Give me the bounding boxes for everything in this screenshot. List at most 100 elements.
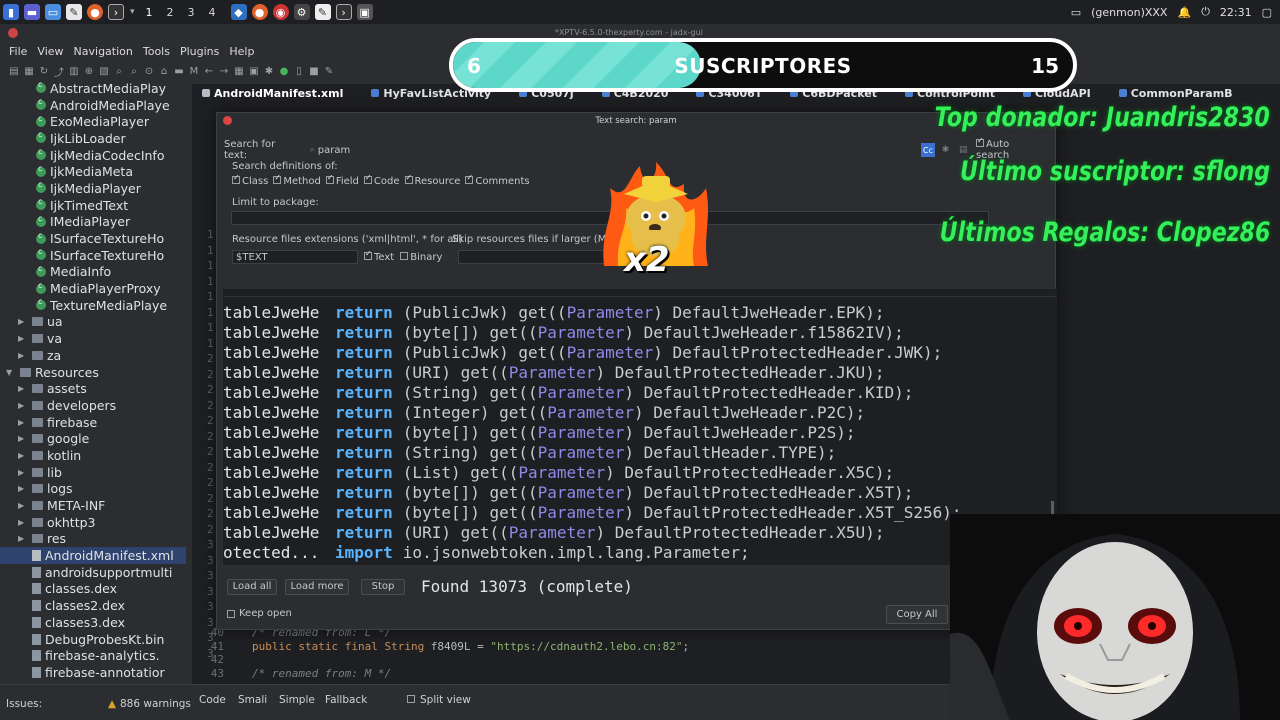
tree-file[interactable]: DebugProbesKt.bin (0, 631, 186, 648)
load-more-button[interactable]: Load more (285, 578, 349, 595)
vscode-icon[interactable]: ◆ (230, 4, 247, 20)
tree-file[interactable]: classes.dex (0, 581, 186, 598)
result-row[interactable]: tableJweHe return (byte[]) get((Parameter)… (223, 503, 1057, 523)
binary-checkbox[interactable]: Binary (400, 251, 442, 263)
export-icon[interactable]: ⤴ (53, 65, 65, 79)
tree-folder[interactable]: ▶ res (0, 531, 186, 548)
checkbox-field[interactable]: Field (325, 173, 359, 187)
regex-icon[interactable]: ✱ (939, 143, 953, 157)
split-view-checkbox[interactable]: Split view (407, 694, 471, 706)
tree-file[interactable]: firebase-annotatior (0, 664, 186, 681)
log-icon[interactable]: ▣ (248, 65, 260, 77)
tree-folder[interactable]: ▶ META-INF (0, 497, 186, 514)
notification-bell-icon[interactable]: 🔔 (1177, 6, 1191, 19)
text-editor-icon[interactable]: ✎ (66, 4, 82, 20)
result-row[interactable]: tableJweHe return (List) get((Parameter) D… (223, 463, 1057, 483)
view-simple-tab[interactable]: Simple (279, 694, 315, 706)
tree-file[interactable]: classes2.dex (0, 597, 186, 614)
skip-size-input[interactable] (458, 250, 609, 264)
tree-item[interactable]: IMediaPlayer (0, 214, 186, 231)
workspace-3[interactable]: 3 (181, 6, 202, 19)
search-icon[interactable]: ⌕ (113, 65, 125, 77)
tree-resources[interactable]: ▼ Resources (0, 364, 186, 381)
menu-tools[interactable]: Tools (138, 44, 175, 60)
tree-item[interactable]: IjkMediaMeta (0, 163, 186, 180)
stop-button[interactable]: Stop (361, 578, 405, 595)
result-row[interactable]: tableJweHe return (Integer) get((Parameter… (223, 403, 1057, 423)
firefox-icon[interactable]: ● (87, 4, 103, 20)
warnings-count[interactable]: 886 warnings (120, 698, 191, 710)
tree-item[interactable]: MediaInfo (0, 264, 186, 281)
tree-folder[interactable]: ▶ firebase (0, 414, 186, 431)
back-icon[interactable]: ← (203, 65, 215, 77)
notes-icon[interactable]: ✎ (314, 4, 331, 20)
tree-file[interactable]: firebase-analytics. (0, 647, 186, 664)
search-input[interactable]: ⌕ param (305, 143, 916, 157)
result-row[interactable]: tableJweHe return (String) get((Parameter)… (223, 443, 1057, 463)
case-sensitive-button[interactable]: Cc (921, 143, 935, 157)
menu-help[interactable]: Help (224, 44, 259, 60)
tab-android-manifest[interactable]: AndroidManifest.xml (202, 87, 343, 100)
checkbox-code[interactable]: Code (363, 173, 400, 187)
view-code-tab[interactable]: Code (199, 694, 226, 706)
tree-item[interactable]: MediaPlayerProxy (0, 280, 186, 297)
tree-package[interactable]: ▶ va (0, 330, 186, 347)
tree-file[interactable]: androidsupportmulti (0, 564, 186, 581)
workspace-2[interactable]: 2 (160, 6, 181, 19)
tree-file-selected[interactable]: AndroidManifest.xml (0, 547, 186, 564)
tab-commonparamb[interactable]: CommonParamB (1118, 87, 1233, 100)
tree-folder[interactable]: ▶ lib (0, 464, 186, 481)
result-row[interactable]: tableJweHe return (byte[]) get((Parameter)… (223, 483, 1057, 503)
load-all-button[interactable]: Load all (227, 578, 277, 595)
sync-icon[interactable]: ⊕ (83, 65, 95, 77)
tree-item[interactable]: AndroidMediaPlaye (0, 97, 186, 114)
stop-icon[interactable]: ■ (308, 65, 320, 77)
clock[interactable]: 22:31 (1220, 6, 1252, 19)
home-icon[interactable]: ⌂ (158, 65, 170, 77)
forward-icon[interactable]: → (218, 65, 230, 77)
result-row[interactable]: tableJweHe return (byte[]) get((Parameter)… (223, 423, 1057, 443)
tree-folder[interactable]: ▶ kotlin (0, 447, 186, 464)
bookmark-icon[interactable]: M (188, 65, 200, 77)
file-manager-icon[interactable]: ▭ (45, 4, 61, 20)
result-row[interactable]: otected... import io.jsonwebtoken.impl.lan… (223, 543, 1057, 563)
menu-navigation[interactable]: Navigation (69, 44, 138, 60)
run-icon[interactable]: ● (278, 65, 290, 77)
debug-icon[interactable]: ✱ (263, 65, 275, 77)
checkbox-method[interactable]: Method (273, 173, 321, 187)
results-list[interactable]: tableJweHe return (PublicJwk) get((Paramet… (223, 289, 1057, 565)
checkbox-resource[interactable]: Resource (404, 173, 460, 187)
tree-item[interactable]: ISurfaceTextureHo (0, 230, 186, 247)
chevron-down-icon[interactable]: ▾ (130, 7, 135, 17)
keep-open-checkbox[interactable]: Keep open (227, 608, 292, 619)
result-row[interactable]: tableJweHe return (URI) get((Parameter) De… (223, 523, 1057, 543)
copy-all-button[interactable]: Copy All (886, 605, 948, 624)
menu-view[interactable]: View (32, 44, 68, 60)
tree-item[interactable]: ISurfaceTextureHo (0, 247, 186, 264)
window-list-icon[interactable]: ▣ (356, 4, 373, 20)
open-file-icon[interactable]: ▤ (8, 65, 20, 77)
find-usage-icon[interactable]: ⊙ (143, 65, 155, 77)
tree-item[interactable]: TextureMediaPlaye (0, 297, 186, 314)
view-fallback-tab[interactable]: Fallback (325, 694, 367, 706)
workspace-4[interactable]: 4 (202, 6, 223, 19)
app-menu-icon[interactable]: ▮ (3, 4, 19, 20)
view-smali-tab[interactable]: Smali (238, 694, 267, 706)
tree-item[interactable]: AbstractMediaPlay (0, 80, 186, 97)
quark-icon[interactable]: ▦ (233, 65, 245, 77)
workspace-1[interactable]: 1 (139, 6, 160, 19)
tree-item[interactable]: IjkLibLoader (0, 130, 186, 147)
add-files-icon[interactable]: ▦ (23, 65, 35, 77)
tree-folder[interactable]: ▶ okhttp3 (0, 514, 186, 531)
power-icon[interactable]: ⏻ (1201, 5, 1210, 19)
terminal-icon[interactable]: › (108, 4, 124, 20)
tree-folder[interactable]: ▶ assets (0, 380, 186, 397)
tree-package[interactable]: ▶ za (0, 347, 186, 364)
device-icon[interactable]: ▯ (293, 65, 305, 77)
genmon-label[interactable]: (genmon)XXX (1091, 6, 1167, 19)
notification-icon[interactable]: ▢ (1262, 6, 1272, 19)
tree-item[interactable]: ExoMediaPlayer (0, 113, 186, 130)
reload-icon[interactable]: ↻ (38, 65, 50, 77)
menu-file[interactable]: File (4, 44, 32, 60)
preferences-icon[interactable]: ✎ (323, 65, 335, 77)
